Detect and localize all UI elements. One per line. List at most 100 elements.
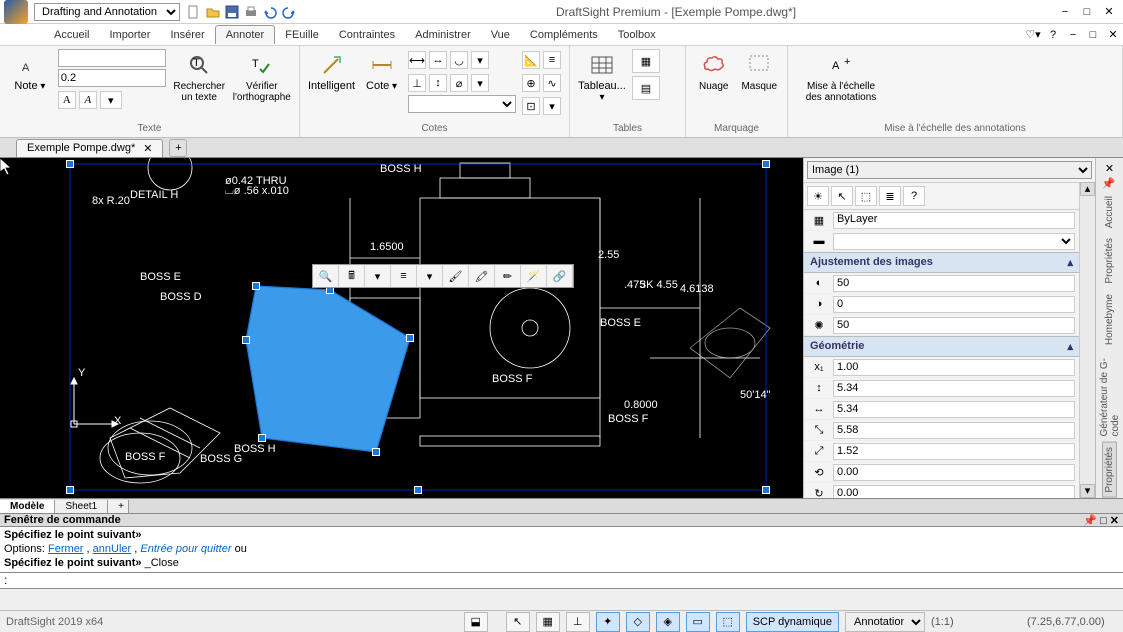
dim-style-dropdown[interactable] (408, 95, 516, 113)
menu-accueil[interactable]: Accueil (44, 26, 99, 44)
dim-icon-13[interactable]: ⊡ (522, 97, 540, 115)
dim-icon-11[interactable]: ⊕ (522, 74, 540, 92)
dim-icon-8[interactable]: ▾ (471, 74, 489, 92)
dim-icon-4[interactable]: ▾ (471, 51, 489, 69)
layer-icon-1[interactable]: 🖌 (443, 265, 469, 287)
cloud-button[interactable]: Nuage (694, 49, 734, 92)
text-format-icon-2[interactable]: A (79, 91, 97, 109)
menu-feuille[interactable]: FEuille (275, 26, 329, 44)
annotation-scale-button[interactable]: A+ Mise à l'échelle des annotations (796, 49, 886, 103)
status-cursor-icon[interactable]: ↖ (506, 612, 530, 632)
props-toolbar-icon-3[interactable]: ⬚ (855, 186, 877, 206)
layer-value[interactable]: ByLayer (833, 212, 1075, 229)
vtab-gcode[interactable]: Générateur de G-code (1098, 351, 1122, 440)
menu-annoter[interactable]: Annoter (215, 25, 276, 44)
print-icon[interactable] (243, 4, 259, 20)
menu-vue[interactable]: Vue (481, 26, 520, 44)
dim-icon-6[interactable]: ↕ (429, 74, 447, 92)
annotation-scale-dropdown[interactable]: Annotation (845, 612, 925, 632)
selection-filter-dropdown[interactable]: Image (1) (807, 161, 1092, 179)
geom-y-field[interactable] (833, 443, 1075, 460)
menu-administrer[interactable]: Administrer (405, 26, 481, 44)
dim-icon-5[interactable]: ⊥ (408, 74, 426, 92)
grip-handle[interactable] (258, 434, 266, 442)
frame-grip[interactable] (66, 160, 74, 168)
redo-icon[interactable] (281, 4, 297, 20)
dim-icon-10[interactable]: ≡ (543, 51, 561, 69)
geom-scale-field[interactable] (833, 359, 1075, 376)
status-btn-1[interactable]: ⬓ (464, 612, 488, 632)
geom-z-field[interactable] (833, 464, 1075, 481)
open-file-icon[interactable] (205, 4, 221, 20)
frame-grip[interactable] (762, 160, 770, 168)
help-dropdown-icon[interactable]: ♡▾ (1023, 27, 1043, 43)
frame-grip[interactable] (414, 486, 422, 494)
status-grid-icon[interactable]: ▦ (536, 612, 560, 632)
sheet1-tab[interactable]: Sheet1 (55, 500, 108, 513)
mask-button[interactable]: Masque (740, 49, 780, 92)
menu-complements[interactable]: Compléments (520, 26, 608, 44)
cmd-option-fermer[interactable]: Fermer (48, 543, 83, 555)
close-tab-icon[interactable]: ✕ (143, 142, 152, 155)
dimension-button[interactable]: Cote ▾ (361, 49, 402, 92)
props-toolbar-icon-2[interactable]: ↖ (831, 186, 853, 206)
status-lwt-icon[interactable]: ▭ (686, 612, 710, 632)
dim-icon-7[interactable]: ⌀ (450, 74, 468, 92)
document-tab[interactable]: Exemple Pompe.dwg* ✕ (16, 139, 163, 157)
table-icon-2[interactable]: ▤ (632, 76, 660, 100)
drawing-canvas[interactable]: DETAIL H 8x R.20 ø0.42 THRU ⌴ø .56 x.010… (0, 158, 803, 498)
command-prompt[interactable]: : (0, 573, 1123, 589)
status-osnap-icon[interactable]: ◇ (626, 612, 650, 632)
grip-handle[interactable] (252, 282, 260, 290)
close-button[interactable]: ✕ (1099, 4, 1119, 20)
table-icon-1[interactable]: ▦ (632, 49, 660, 73)
cmd-option-annuler[interactable]: annUler (93, 543, 132, 555)
spellcheck-button[interactable]: T Vérifier l'orthographe (233, 49, 291, 103)
status-ortho-icon[interactable]: ⊥ (566, 612, 590, 632)
close-dock-icon[interactable]: ✕ (1105, 162, 1114, 175)
text-scale-field[interactable] (58, 69, 166, 87)
vtab-homebyme[interactable]: Homebyme (1103, 290, 1116, 349)
vtab-accueil[interactable]: Accueil (1103, 192, 1116, 232)
workspace-dropdown[interactable]: Drafting and Annotation (34, 3, 180, 21)
undo-icon[interactable] (262, 4, 278, 20)
geom-width-field[interactable] (833, 380, 1075, 397)
section-image-adjust[interactable]: Ajustement des images▴ (804, 252, 1079, 273)
zoom-icon[interactable]: 🔍 (313, 265, 339, 287)
geom-rot-field[interactable] (833, 485, 1075, 499)
text-style-field[interactable] (58, 49, 166, 67)
scroll-up-icon[interactable]: ▴ (1080, 182, 1095, 196)
props-toolbar-icon-1[interactable]: ☀ (807, 186, 829, 206)
menu-inserer[interactable]: Insérer (160, 26, 214, 44)
frame-grip[interactable] (66, 486, 74, 494)
dropdown-2[interactable]: ▾ (417, 265, 443, 287)
doc-minimize-button[interactable]: − (1063, 27, 1083, 43)
grip-handle[interactable] (406, 334, 414, 342)
grip-handle[interactable] (372, 448, 380, 456)
text-format-dropdown[interactable]: ▾ (100, 91, 122, 109)
section-geometry[interactable]: Géométrie▴ (804, 336, 1079, 357)
dim-icon-2[interactable]: ↔ (429, 51, 447, 69)
grip-handle[interactable] (242, 336, 250, 344)
vtab-proprietes[interactable]: Propriétés (1103, 234, 1116, 288)
dim-icon-14[interactable]: ▾ (543, 97, 561, 115)
link-icon[interactable]: 🔗 (547, 265, 573, 287)
maximize-button[interactable]: □ (1077, 4, 1097, 20)
find-text-button[interactable]: T Rechercher un texte (172, 49, 227, 103)
cmd-restore-icon[interactable]: □ (1100, 515, 1107, 527)
properties-scrollbar[interactable]: ▴ ▾ (1079, 182, 1095, 498)
note-button[interactable]: A Note ▾ (8, 49, 52, 92)
add-sheet-button[interactable]: + (108, 500, 129, 513)
list-icon[interactable]: ≡ (391, 265, 417, 287)
cmd-pin-icon[interactable]: 📌 (1083, 515, 1097, 527)
status-polar-icon[interactable]: ✦ (596, 612, 620, 632)
dim-icon-3[interactable]: ◡ (450, 51, 468, 69)
dim-icon-9[interactable]: 📐 (522, 51, 540, 69)
brush-icon[interactable]: 🪄 (521, 265, 547, 287)
minimize-button[interactable]: − (1055, 4, 1075, 20)
table-button[interactable]: Tableau... ▾ (578, 49, 626, 103)
menu-toolbox[interactable]: Toolbox (608, 26, 666, 44)
new-file-icon[interactable] (186, 4, 202, 20)
scroll-down-icon[interactable]: ▾ (1080, 484, 1095, 498)
layer-icon-3[interactable]: ✏ (495, 265, 521, 287)
